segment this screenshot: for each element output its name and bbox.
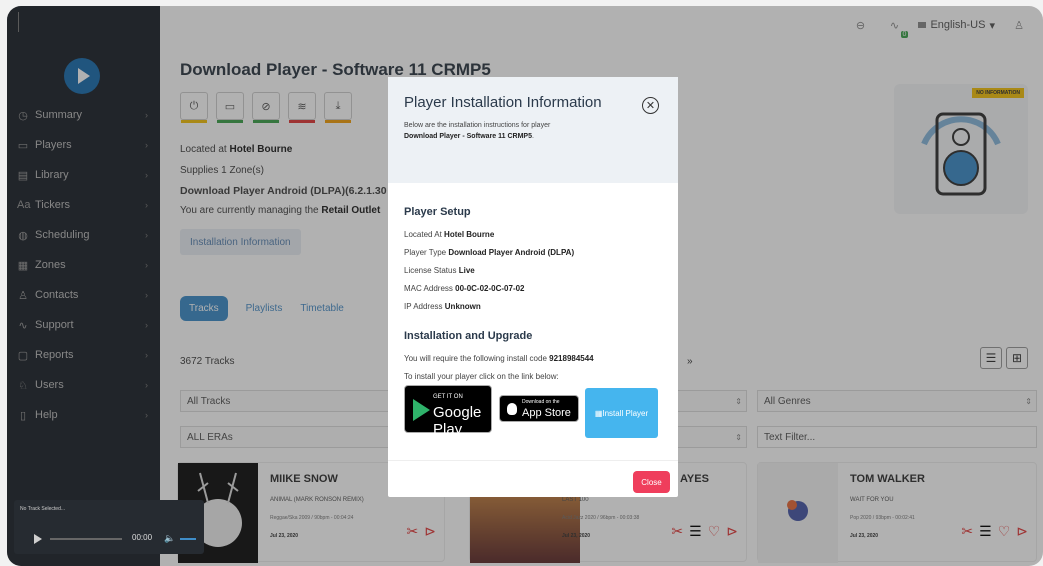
seek-bar[interactable] bbox=[50, 538, 122, 540]
install-code-line: You will require the following install c… bbox=[404, 354, 594, 363]
time-display: 00:00 bbox=[132, 533, 153, 542]
app-window: ◷ Summary › ▭ Players › ▤ Library › Aa Tickers › ◍ Sc… bbox=[7, 6, 1043, 566]
close-button[interactable]: Close bbox=[633, 471, 670, 493]
ip-address-line: IP Address Unknown bbox=[404, 302, 481, 311]
installation-upgrade-title: Installation and Upgrade bbox=[404, 330, 533, 342]
google-play-icon bbox=[413, 399, 430, 421]
install-link-line: To install your player click on the link… bbox=[404, 372, 559, 381]
player-type-line: Player Type Download Player Android (DLP… bbox=[404, 248, 575, 257]
app-store-label: App Store bbox=[522, 407, 571, 419]
windows-icon: ▦ bbox=[594, 408, 603, 418]
mac-address-line: MAC Address 00-0C-02-0C-07-02 bbox=[404, 284, 525, 293]
player-setup-title: Player Setup bbox=[404, 206, 471, 218]
installation-modal: Player Installation Information ✕ Below … bbox=[388, 77, 678, 497]
volume-icon[interactable]: 🔈 bbox=[164, 533, 175, 544]
mini-player: No Track Selected... 00:00 🔈 bbox=[14, 500, 204, 554]
google-play-button[interactable]: GET IT ON Google Play bbox=[404, 385, 492, 438]
apple-icon bbox=[507, 403, 517, 415]
modal-title: Player Installation Information bbox=[404, 94, 602, 111]
app-store-button[interactable]: Download on the App Store bbox=[499, 395, 579, 422]
volume-slider[interactable] bbox=[180, 538, 196, 540]
install-player-label: Install Player bbox=[602, 408, 649, 418]
google-play-small-label: GET IT ON bbox=[433, 394, 463, 400]
google-play-label: Google Play bbox=[433, 404, 482, 438]
app-store-small-label: Download on the bbox=[522, 399, 560, 405]
located-at-line: Located At Hotel Bourne bbox=[404, 230, 495, 239]
install-player-button[interactable]: ▦ Install Player bbox=[585, 388, 658, 438]
play-icon[interactable] bbox=[34, 534, 42, 544]
modal-intro: Below are the installation instructions … bbox=[404, 122, 551, 140]
close-icon[interactable]: ✕ bbox=[642, 97, 659, 114]
license-status-line: License Status Live bbox=[404, 266, 475, 275]
now-playing-label: No Track Selected... bbox=[20, 506, 66, 512]
modal-divider bbox=[388, 460, 678, 461]
